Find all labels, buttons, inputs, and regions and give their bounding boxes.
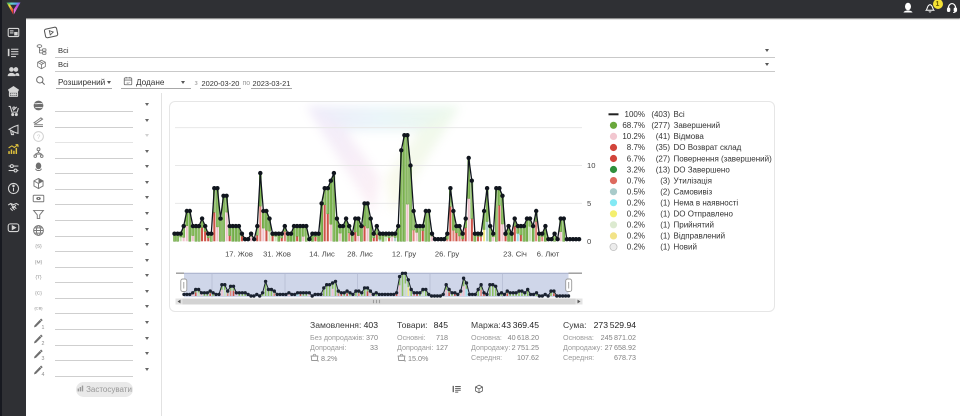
svg-text:(1): (1): [660, 243, 670, 252]
svg-text:10: 10: [587, 161, 595, 170]
svg-text:Самовивіз: Самовивіз: [674, 188, 713, 197]
svg-text:Повернення (завершений): Повернення (завершений): [674, 154, 773, 163]
svg-text:28. Лис: 28. Лис: [347, 250, 373, 259]
svg-text:6.7%: 6.7%: [627, 154, 645, 163]
svg-text:68.7%: 68.7%: [622, 121, 645, 130]
svg-text:0.2%: 0.2%: [627, 232, 645, 241]
svg-text:0.2%: 0.2%: [627, 221, 645, 230]
svg-text:3.2%: 3.2%: [627, 165, 645, 174]
svg-text:Новий: Новий: [674, 243, 697, 252]
svg-text:DO Возврат склад: DO Возврат склад: [674, 143, 742, 152]
svg-text:0.7%: 0.7%: [627, 176, 645, 185]
svg-text:31. Жов: 31. Жов: [263, 250, 291, 259]
svg-text:Всі: Всі: [674, 110, 685, 119]
svg-text:{T}: {T}: [35, 275, 42, 281]
svg-text:8.7%: 8.7%: [627, 143, 645, 152]
svg-text:2: 2: [42, 340, 45, 345]
svg-text:0.2%: 0.2%: [627, 243, 645, 252]
svg-text:(41): (41): [656, 132, 671, 141]
svg-text:0: 0: [587, 237, 591, 246]
svg-text:14. Лис: 14. Лис: [309, 250, 335, 259]
svg-text:Прийнятий: Прийнятий: [674, 221, 715, 230]
svg-text:(27): (27): [656, 154, 671, 163]
svg-text:Відправлений: Відправлений: [674, 232, 726, 241]
svg-text:Утилізація: Утилізація: [674, 176, 712, 185]
svg-text:17. Жов: 17. Жов: [225, 250, 253, 259]
svg-text:{M}: {M}: [35, 259, 43, 265]
svg-text:3: 3: [42, 356, 45, 361]
svg-text:1: 1: [42, 325, 45, 330]
svg-text:10.2%: 10.2%: [622, 132, 645, 141]
svg-text:5: 5: [587, 199, 591, 208]
svg-text:(13): (13): [656, 165, 671, 174]
svg-text:(1): (1): [660, 210, 670, 219]
svg-text:(403): (403): [651, 110, 670, 119]
svg-text:0.5%: 0.5%: [627, 188, 645, 197]
svg-text:{CB}: {CB}: [34, 306, 43, 311]
svg-text:(3): (3): [660, 176, 670, 185]
svg-text:?: ?: [37, 134, 41, 141]
svg-text:17: 17: [126, 81, 130, 85]
svg-text:{C}: {C}: [35, 290, 42, 296]
svg-text:0.2%: 0.2%: [627, 199, 645, 208]
svg-text:{S}: {S}: [35, 244, 42, 250]
svg-text:Завершений: Завершений: [674, 121, 721, 130]
svg-text:12. Гру: 12. Гру: [392, 250, 416, 259]
svg-text:26. Гру: 26. Гру: [435, 250, 459, 259]
svg-text:23. Січ: 23. Січ: [503, 250, 527, 259]
svg-text:Нема в наявності: Нема в наявності: [674, 199, 739, 208]
svg-text:x: x: [404, 359, 406, 362]
svg-text:(1): (1): [660, 221, 670, 230]
svg-text:(1): (1): [660, 232, 670, 241]
svg-text:(1): (1): [660, 199, 670, 208]
svg-text:100%: 100%: [625, 110, 645, 119]
svg-text:6. Лют: 6. Лют: [537, 250, 560, 259]
svg-text:0.2%: 0.2%: [627, 210, 645, 219]
svg-text:4: 4: [42, 371, 45, 376]
svg-text:Відмова: Відмова: [674, 132, 705, 141]
svg-text:(277): (277): [651, 121, 670, 130]
svg-text:(35): (35): [656, 143, 671, 152]
svg-text:(2): (2): [660, 188, 670, 197]
svg-text:DO Завершено: DO Завершено: [674, 165, 731, 174]
svg-text:DO Отправлено: DO Отправлено: [674, 210, 734, 219]
svg-text:x: x: [317, 359, 319, 362]
